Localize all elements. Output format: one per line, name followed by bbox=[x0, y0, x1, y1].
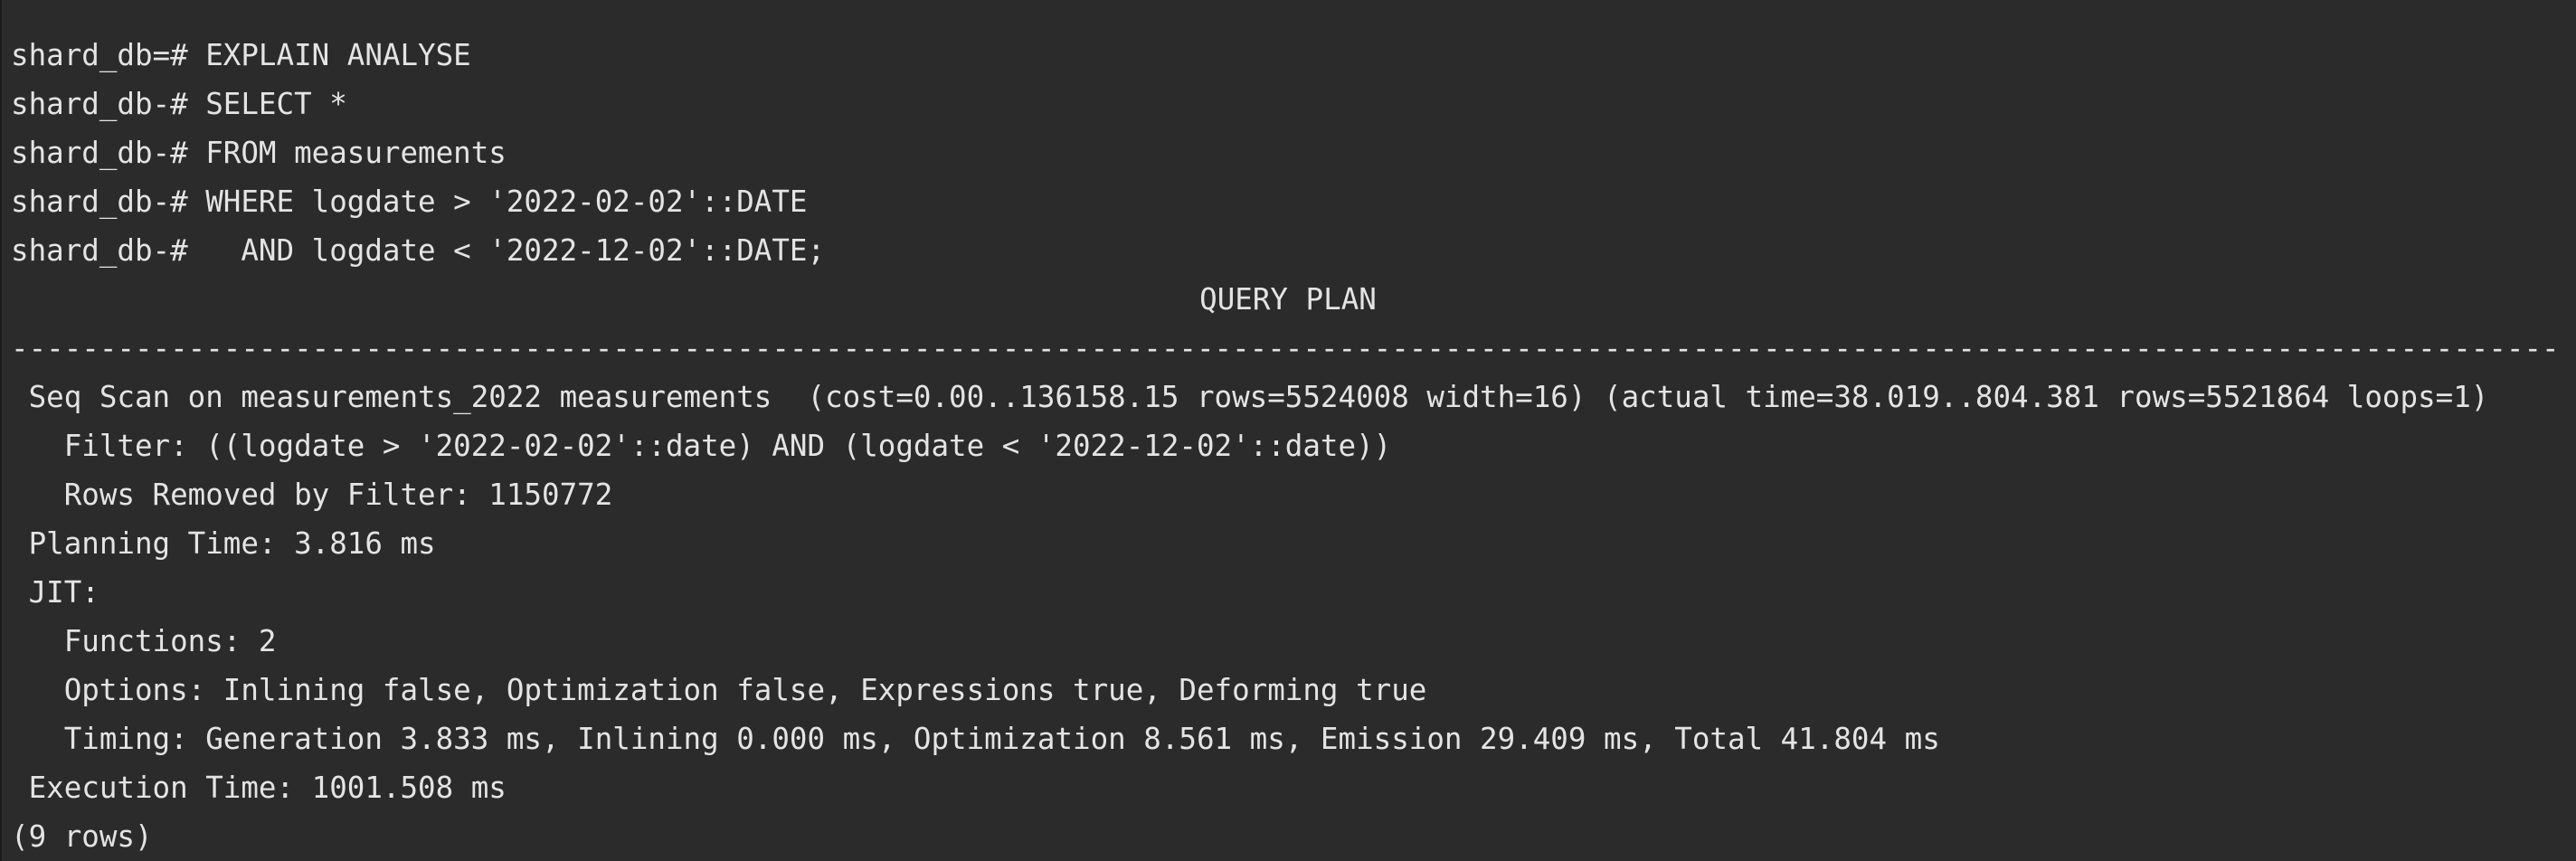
plan-row: Planning Time: 3.816 ms bbox=[11, 526, 436, 561]
plan-row: Execution Time: 1001.508 ms bbox=[11, 771, 507, 805]
plan-row: Filter: ((logdate > '2022-02-02'::date) … bbox=[11, 429, 1392, 463]
query-line: shard_db-# AND logdate < '2022-12-02'::D… bbox=[11, 233, 826, 268]
window-edge bbox=[0, 0, 2, 861]
row-count: (9 rows) bbox=[11, 819, 153, 854]
query-line: shard_db-# WHERE logdate > '2022-02-02':… bbox=[11, 184, 808, 219]
plan-row: Functions: 2 bbox=[11, 624, 277, 658]
query-plan-header: QUERY PLAN bbox=[1199, 282, 1377, 317]
plan-row: Seq Scan on measurements_2022 measuremen… bbox=[11, 380, 2489, 414]
plan-row: JIT: bbox=[11, 575, 99, 610]
query-line: shard_db=# EXPLAIN ANALYSE bbox=[11, 38, 471, 72]
terminal-window[interactable]: shard_db=# EXPLAIN ANALYSE shard_db-# SE… bbox=[0, 0, 2576, 861]
plan-row: Rows Removed by Filter: 1150772 bbox=[11, 478, 613, 512]
plan-row: Timing: Generation 3.833 ms, Inlining 0.… bbox=[11, 722, 1940, 756]
query-line: shard_db-# FROM measurements bbox=[11, 136, 507, 170]
plan-row: Options: Inlining false, Optimization fa… bbox=[11, 673, 1427, 707]
query-plan-divider: ----------------------------------------… bbox=[11, 331, 2558, 365]
query-line: shard_db-# SELECT * bbox=[11, 87, 347, 121]
